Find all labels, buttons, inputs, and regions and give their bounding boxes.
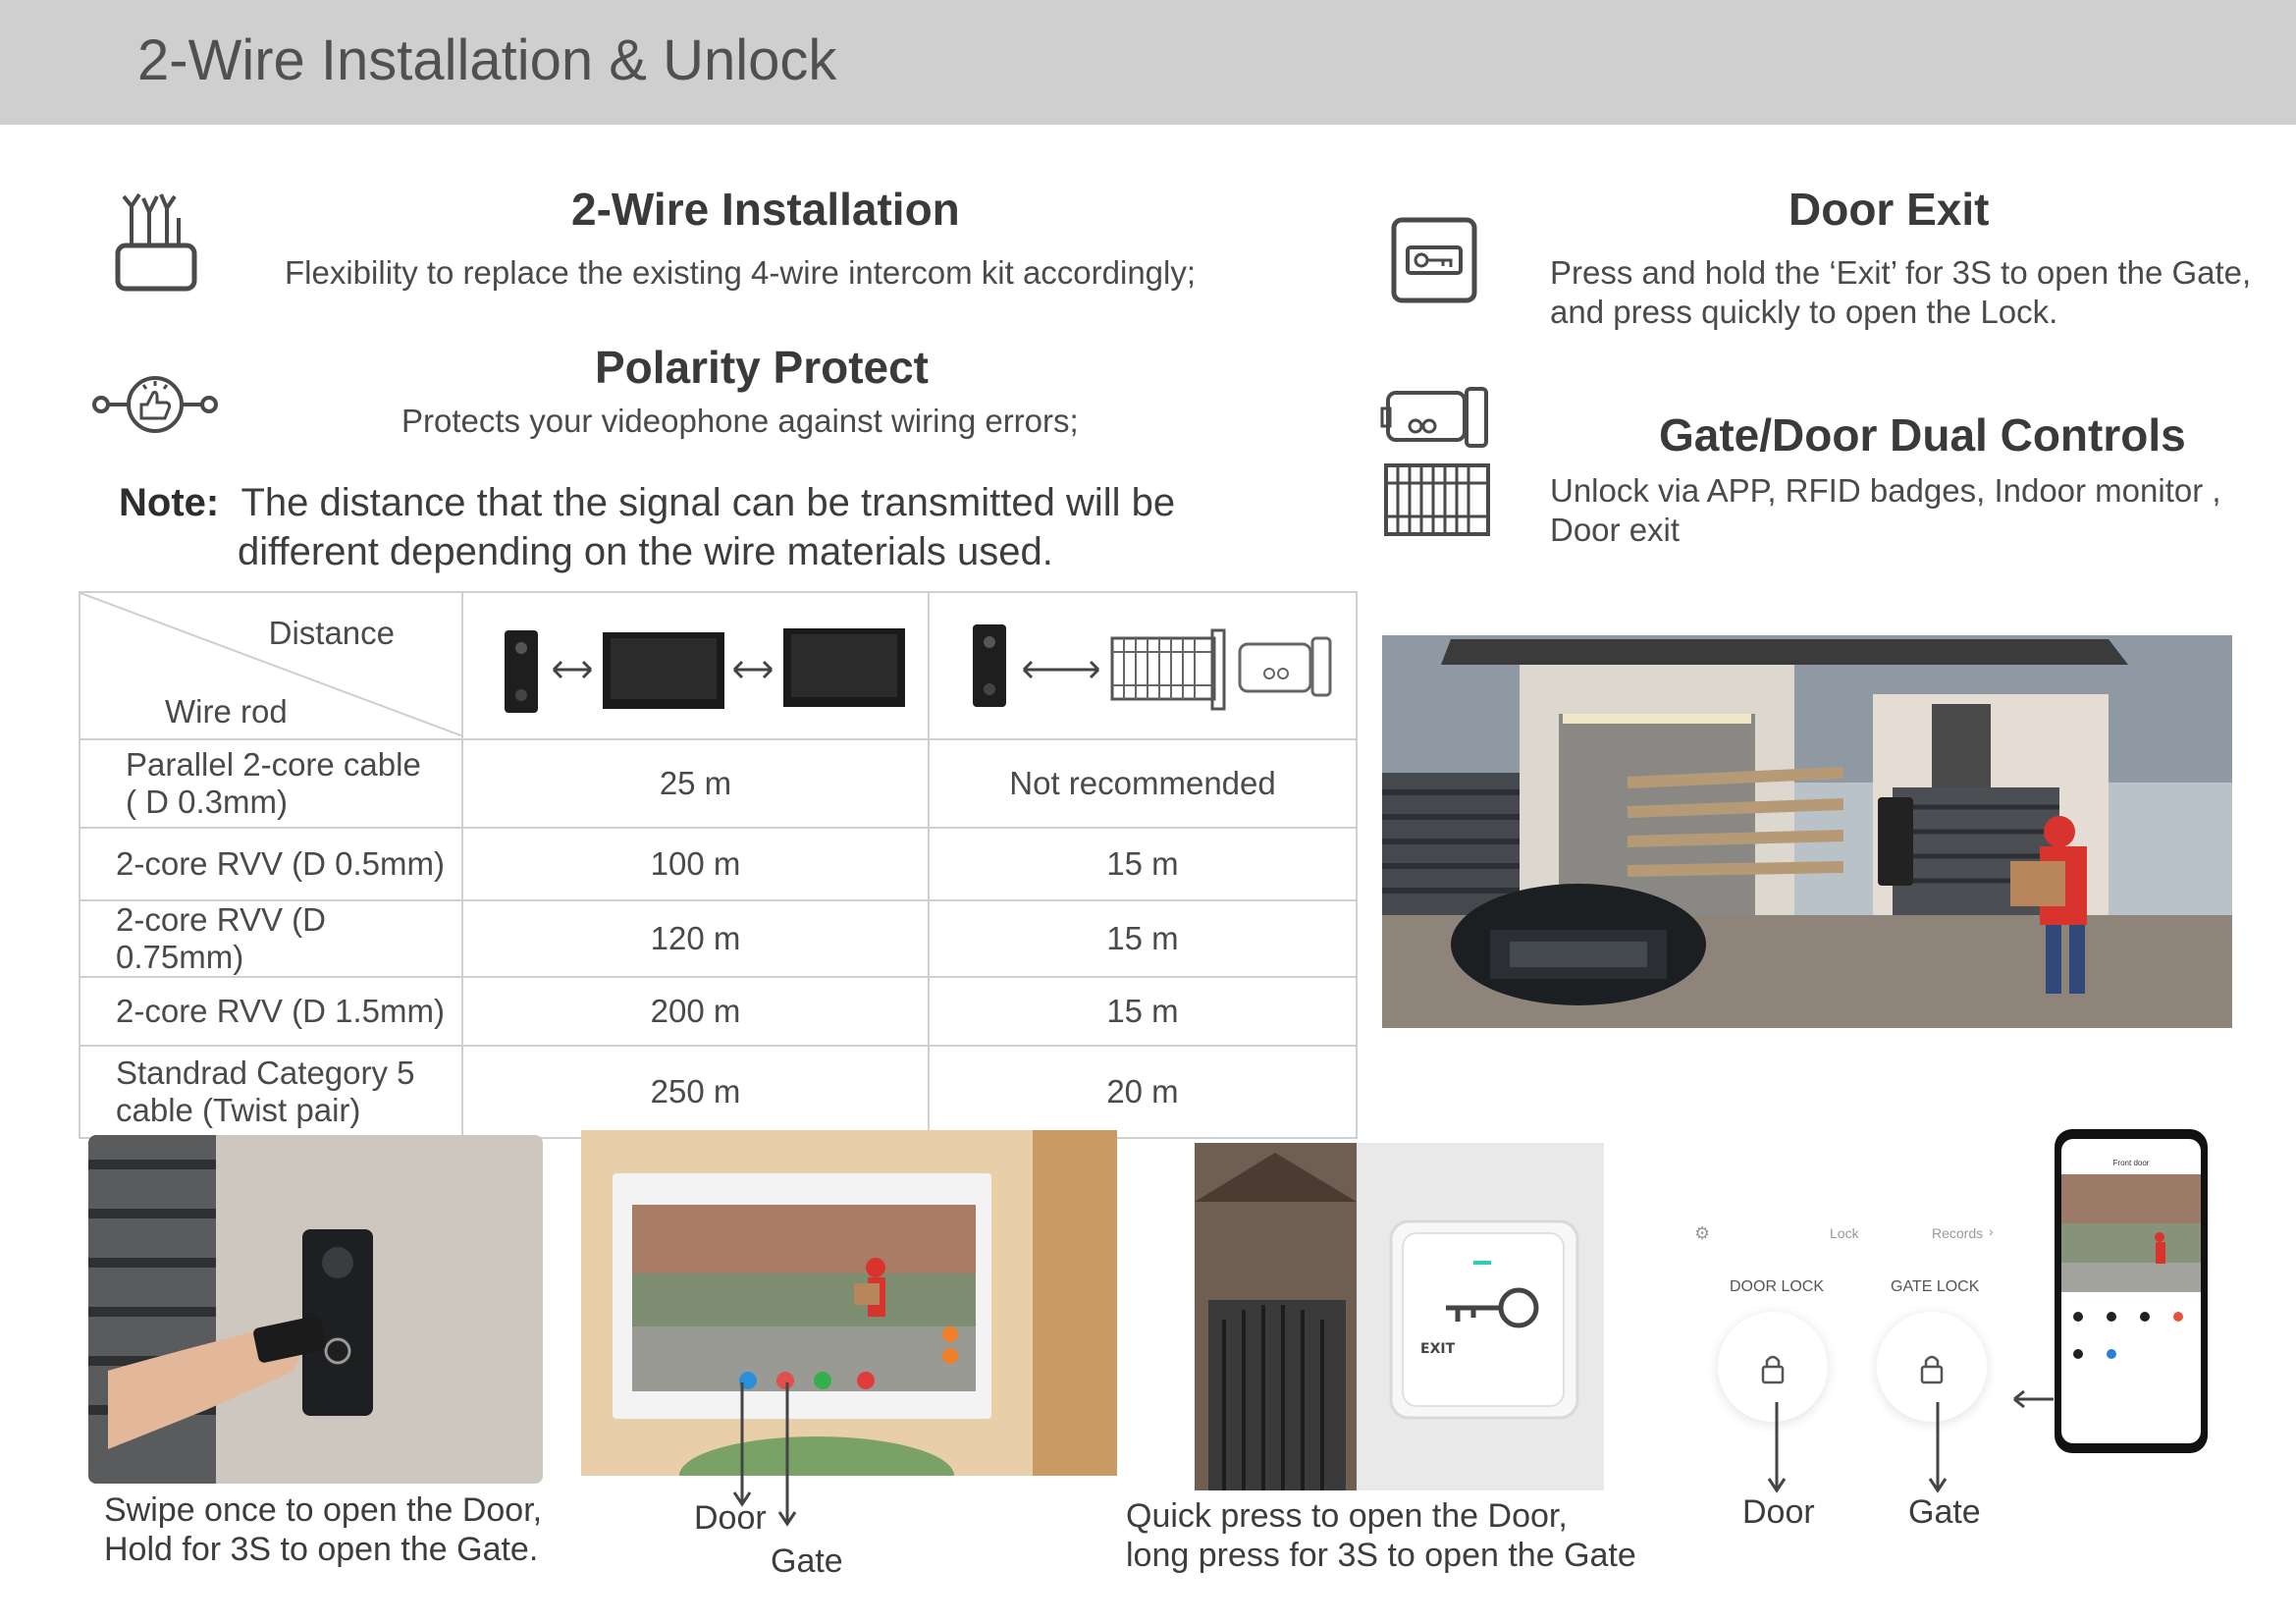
dual-controls-desc-2: Door exit	[1550, 512, 1681, 548]
wire-type-line1: Standrad Category 5	[116, 1055, 415, 1091]
phone-screen: Front door	[2061, 1139, 2201, 1443]
gate-distance-cell: 15 m	[928, 899, 1358, 978]
exit-button-photo: EXIT	[1195, 1143, 1604, 1490]
wire-box-icon	[115, 192, 197, 292]
indoor-monitor-photo	[581, 1130, 1117, 1476]
rfid-caption-2: Hold for 3S to open the Gate.	[104, 1531, 539, 1568]
table-header-row: Distance Wire rod	[79, 591, 1358, 740]
monitor-distance-cell: 200 m	[461, 976, 930, 1047]
note-text-1: The distance that the signal can be tran…	[240, 481, 1176, 524]
page-title: 2-Wire Installation & Unlock	[137, 28, 837, 92]
door-exit-title: Door Exit	[1789, 184, 1990, 235]
smartphone: Front door	[2055, 1129, 2208, 1453]
wire-type-cell: 2-core RVV (D 1.5mm)	[79, 976, 463, 1047]
distance-table: Distance Wire rod Parallel 2-core cable …	[79, 591, 1358, 1139]
polarity-title: Polarity Protect	[595, 342, 929, 393]
wire-type-line2: ( D 0.3mm)	[126, 784, 288, 820]
app-arrows	[1767, 1402, 1948, 1493]
doorbell-gate-lock-diagram	[973, 624, 1332, 711]
door-exit-desc-2: and press quickly to open the Lock.	[1550, 294, 2058, 330]
app-caption-door: Door	[1742, 1493, 1815, 1531]
dual-controls-desc-1: Unlock via APP, RFID badges, Indoor moni…	[1550, 472, 2221, 509]
note-line2: different depending on the wire material…	[238, 530, 1053, 573]
gate-distance-cell: 20 m	[928, 1045, 1358, 1139]
wire-type-cell: Standrad Category 5 cable (Twist pair)	[79, 1045, 463, 1139]
rfid-caption-1: Swipe once to open the Door,	[104, 1491, 543, 1529]
phone-title: Front door	[2112, 1159, 2150, 1167]
table-row: Standrad Category 5 cable (Twist pair) 25…	[79, 1045, 1358, 1139]
header-monitor-chain	[461, 591, 930, 740]
phone-controls	[2071, 1312, 2191, 1371]
wire-type-cell: Parallel 2-core cable( D 0.3mm)	[79, 738, 463, 829]
gate-distance-cell: 15 m	[928, 827, 1358, 901]
arrow-left-icon	[2013, 1389, 2054, 1409]
header-gate-chain	[928, 591, 1358, 740]
wire-type-line1: Parallel 2-core cable	[126, 746, 421, 783]
doorbell-monitor-monitor-diagram	[505, 628, 905, 713]
polarity-protect-icon	[92, 376, 218, 433]
install-title: 2-Wire Installation	[571, 184, 960, 235]
note-line1: Note: The distance that the signal can b…	[119, 478, 1175, 527]
monitor-caption-door: Door	[694, 1499, 767, 1537]
exit-caption-2: long press for 3S to open the Gate	[1126, 1537, 1636, 1574]
exit-caption-1: Quick press to open the Door,	[1126, 1497, 1568, 1535]
gate-distance-cell: Not recommended	[928, 738, 1358, 829]
door-lock-label: DOOR LOCK	[1730, 1278, 1825, 1295]
monitor-distance-cell: 250 m	[461, 1045, 930, 1139]
table-row: Parallel 2-core cable( D 0.3mm) 25 m Not…	[79, 738, 1358, 829]
house-scene-photo	[1382, 635, 2232, 1028]
exit-button-text: EXIT	[1420, 1341, 1456, 1357]
rfid-swipe-photo	[88, 1135, 543, 1484]
app-tab-lock[interactable]: Lock	[1830, 1225, 1859, 1241]
monitor-distance-cell: 100 m	[461, 827, 930, 901]
settings-icon[interactable]: ⚙	[1694, 1223, 1710, 1244]
gate-lock-icon	[1380, 387, 1490, 536]
wire-type-cell: 2-core RVV (D 0.75mm)	[79, 899, 463, 978]
monitor-distance-cell: 120 m	[461, 899, 930, 978]
app-caption-gate: Gate	[1908, 1493, 1981, 1531]
exit-button-icon	[1391, 217, 1477, 303]
wire-type-cell: 2-core RVV (D 0.5mm)	[79, 827, 463, 901]
table-row: 2-core RVV (D 1.5mm) 200 m 15 m	[79, 976, 1358, 1047]
app-tab-records[interactable]: Records	[1932, 1225, 1983, 1241]
gate-distance-cell: 15 m	[928, 976, 1358, 1047]
note-label: Note:	[119, 481, 220, 524]
phone-video-feed	[2061, 1174, 2201, 1292]
table-corner-cell: Distance Wire rod	[79, 591, 463, 740]
corner-label-distance: Distance	[268, 615, 395, 651]
polarity-desc: Protects your videophone against wiring …	[401, 403, 1079, 439]
table-row: 2-core RVV (D 0.5mm) 100 m 15 m	[79, 827, 1358, 901]
install-desc: Flexibility to replace the existing 4-wi…	[285, 254, 1197, 291]
table-row: 2-core RVV (D 0.75mm) 120 m 15 m	[79, 899, 1358, 978]
wire-type-line2: cable (Twist pair)	[116, 1092, 361, 1128]
monitor-distance-cell: 25 m	[461, 738, 930, 829]
app-top-bar: ⚙ Lock Records ›	[1681, 1214, 2004, 1253]
corner-label-wire-rod: Wire rod	[165, 693, 288, 730]
dual-controls-title: Gate/Door Dual Controls	[1659, 409, 2186, 460]
door-exit-desc-1: Press and hold the ‘Exit’ for 3S to open…	[1550, 254, 2252, 291]
monitor-caption-gate: Gate	[771, 1543, 843, 1580]
gate-lock-label: GATE LOCK	[1891, 1278, 1980, 1295]
chevron-right-icon: ›	[1989, 1223, 1994, 1239]
